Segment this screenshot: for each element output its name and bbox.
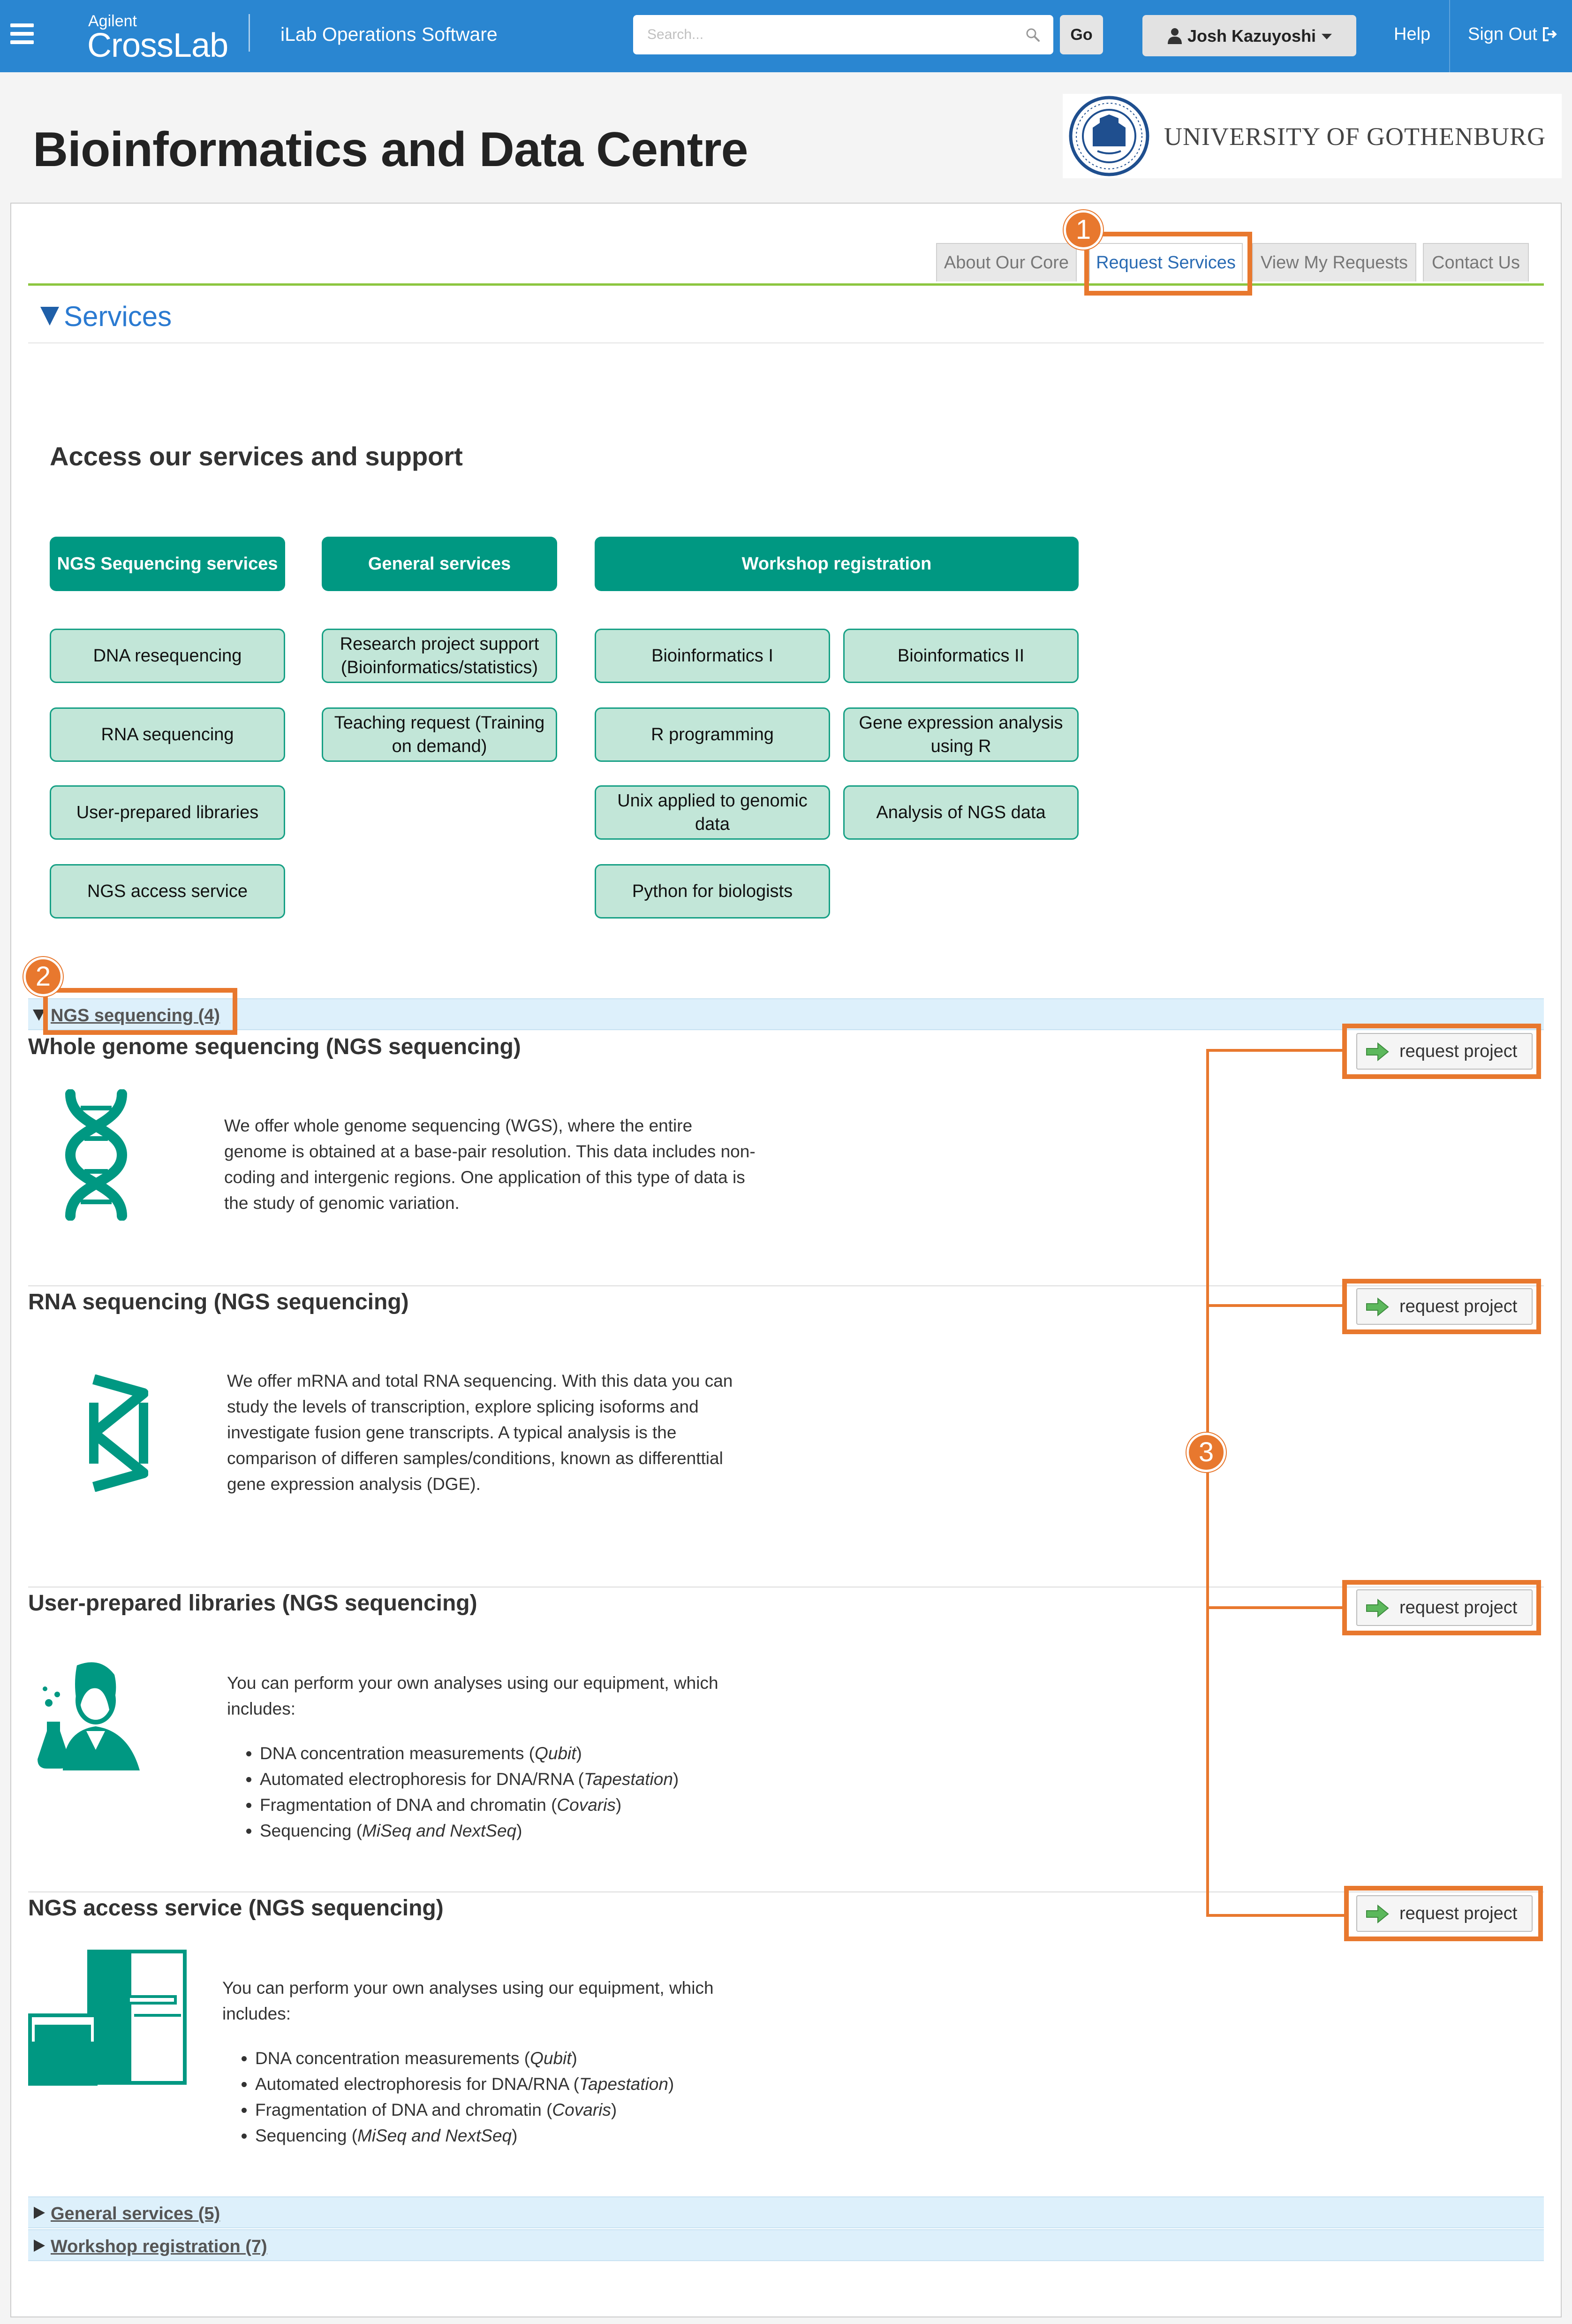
general-services-button[interactable]: General services <box>322 537 557 591</box>
annotation-box-2 <box>43 988 237 1035</box>
item-divider <box>28 1891 1544 1892</box>
annotation-box-3a <box>1342 1024 1541 1079</box>
university-name: UNIVERSITY OF GOTHENBURG <box>1164 122 1546 151</box>
list-item: Fragmentation of DNA and chromatin (Cova… <box>260 1792 762 1818</box>
menu-icon[interactable] <box>10 23 34 44</box>
annotation-connector <box>1206 1049 1209 1917</box>
item-desc-user-prepared: You can perform your own analyses using … <box>227 1670 762 1844</box>
access-services-heading: Access our services and support <box>50 441 463 471</box>
category-bar-workshop[interactable]: Workshop registration (7) <box>28 2229 1544 2261</box>
bioinformatics-ii-button[interactable]: Bioinformatics II <box>843 629 1079 683</box>
dna-resequencing-button[interactable]: DNA resequencing <box>50 629 285 683</box>
category-bar-general[interactable]: General services (5) <box>28 2196 1544 2228</box>
list-item: Sequencing (MiSeq and NextSeq) <box>255 2123 757 2149</box>
item-desc-wgs: We offer whole genome sequencing (WGS), … <box>224 1116 756 1213</box>
teaching-request-button[interactable]: Teaching request (Training on demand) <box>322 707 557 762</box>
equipment-list: DNA concentration measurements (Qubit) A… <box>260 1740 762 1844</box>
category-link-general[interactable]: General services (5) <box>51 2204 220 2224</box>
annotation-connector <box>1206 1304 1343 1307</box>
chevron-down-icon <box>1322 34 1332 39</box>
list-item: Automated electrophoresis for DNA/RNA (T… <box>260 1766 762 1792</box>
category-link-workshop[interactable]: Workshop registration (7) <box>51 2237 267 2257</box>
item-desc-intro: You can perform your own analyses using … <box>222 1978 714 2023</box>
university-seal-icon <box>1069 96 1149 176</box>
equipment-list: DNA concentration measurements (Qubit) A… <box>255 2045 757 2149</box>
research-project-support-button[interactable]: Research project support (Bioinformatics… <box>322 629 557 683</box>
brand-divider <box>249 14 250 52</box>
workshop-registration-button[interactable]: Workshop registration <box>595 537 1079 591</box>
annotation-connector <box>1206 1914 1345 1917</box>
lab-equipment-icon <box>28 1950 187 2086</box>
user-prepared-libraries-button[interactable]: User-prepared libraries <box>50 785 285 840</box>
sign-out-link[interactable]: Sign Out <box>1468 24 1537 45</box>
ngs-access-service-button[interactable]: NGS access service <box>50 864 285 919</box>
search-input[interactable] <box>647 15 1013 54</box>
dna-helix-icon <box>65 1089 128 1221</box>
help-link[interactable]: Help <box>1394 24 1430 45</box>
scientist-icon <box>38 1662 140 1770</box>
item-title-user-prepared: User-prepared libraries (NGS sequencing) <box>28 1591 477 1616</box>
item-desc-intro: You can perform your own analyses using … <box>227 1673 718 1718</box>
item-title-rna: RNA sequencing (NGS sequencing) <box>28 1290 409 1314</box>
user-icon <box>1168 28 1182 44</box>
list-item: DNA concentration measurements (Qubit) <box>255 2045 757 2071</box>
search-box <box>633 15 1053 54</box>
tab-about-our-core[interactable]: About Our Core <box>936 243 1077 281</box>
item-title-wgs: Whole genome sequencing (NGS sequencing) <box>28 1034 521 1059</box>
gene-expression-analysis-button[interactable]: Gene expression analysis using R <box>843 707 1079 762</box>
services-divider <box>28 342 1544 343</box>
annotation-connector <box>1206 1049 1343 1052</box>
r-programming-button[interactable]: R programming <box>595 707 830 762</box>
tabs-underline <box>28 283 1544 286</box>
expand-triangle-icon[interactable] <box>34 2240 45 2252</box>
rna-sequencing-button[interactable]: RNA sequencing <box>50 707 285 762</box>
list-item: DNA concentration measurements (Qubit) <box>260 1740 762 1766</box>
annotation-number-3: 3 <box>1187 1433 1226 1472</box>
category-bar-ngs[interactable]: NGS sequencing (4) <box>28 998 1544 1030</box>
user-menu-button[interactable]: Josh Kazuyoshi <box>1142 15 1356 56</box>
tab-view-my-requests[interactable]: View My Requests <box>1252 243 1416 281</box>
annotation-number-2: 2 <box>23 957 63 996</box>
top-navigation-bar: Agilent CrossLab iLab Operations Softwar… <box>0 0 1572 72</box>
list-item: Automated electrophoresis for DNA/RNA (T… <box>255 2071 757 2097</box>
unix-genomic-data-button[interactable]: Unix applied to genomic data <box>595 785 830 840</box>
annotation-box-3b <box>1342 1279 1541 1334</box>
tab-contact-us[interactable]: Contact Us <box>1423 243 1529 281</box>
page-title: Bioinformatics and Data Centre <box>33 122 748 177</box>
sign-out-icon[interactable] <box>1542 26 1558 42</box>
list-item: Sequencing (MiSeq and NextSeq) <box>260 1818 762 1844</box>
expand-triangle-icon[interactable] <box>34 2207 45 2219</box>
annotation-box-3d <box>1344 1886 1543 1941</box>
search-icon[interactable] <box>1025 27 1040 42</box>
user-name: Josh Kazuyoshi <box>1187 26 1316 46</box>
university-logo: UNIVERSITY OF GOTHENBURG <box>1063 94 1562 178</box>
services-section-title[interactable]: Services <box>64 300 172 333</box>
python-for-biologists-button[interactable]: Python for biologists <box>595 864 830 919</box>
topbar-divider <box>1449 0 1450 72</box>
collapse-triangle-icon[interactable] <box>40 307 59 326</box>
analysis-of-ngs-data-button[interactable]: Analysis of NGS data <box>843 785 1079 840</box>
ngs-sequencing-services-button[interactable]: NGS Sequencing services <box>50 537 285 591</box>
annotation-box-1 <box>1084 232 1252 296</box>
list-item: Fragmentation of DNA and chromatin (Cova… <box>255 2097 757 2123</box>
annotation-connector <box>1206 1606 1343 1609</box>
app-name: iLab Operations Software <box>280 23 498 45</box>
annotation-number-1: 1 <box>1064 210 1103 250</box>
bioinformatics-i-button[interactable]: Bioinformatics I <box>595 629 830 683</box>
search-go-button[interactable]: Go <box>1060 15 1103 54</box>
brand-logo[interactable]: Agilent CrossLab <box>87 12 228 64</box>
item-desc-rna: We offer mRNA and total RNA sequencing. … <box>227 1371 733 1494</box>
annotation-box-3c <box>1342 1580 1541 1635</box>
item-desc-ngs-access: You can perform your own analyses using … <box>222 1975 757 2149</box>
rna-strand-icon <box>89 1375 148 1492</box>
brand-big-text: CrossLab <box>87 27 228 64</box>
item-title-ngs-access: NGS access service (NGS sequencing) <box>28 1896 444 1921</box>
item-divider <box>28 1285 1544 1286</box>
